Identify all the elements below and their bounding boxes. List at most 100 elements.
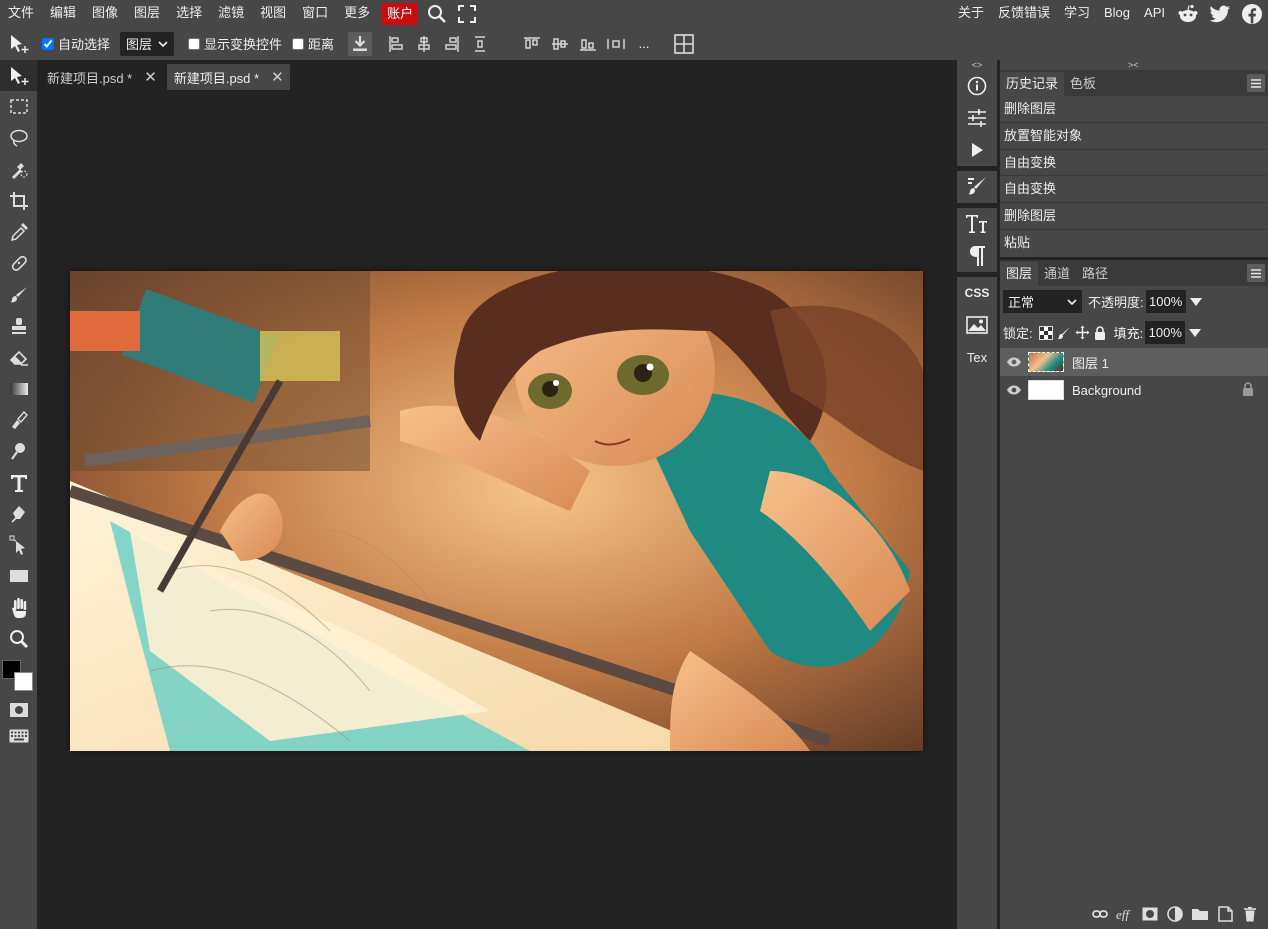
history-item[interactable]: 删除图层 [1000,203,1268,230]
lock-pixels-icon[interactable] [1057,326,1071,340]
align-center-h-icon[interactable] [410,30,438,58]
tab-channels[interactable]: 通道 [1038,262,1076,286]
fullscreen-icon[interactable] [452,0,482,27]
eyedropper-tool-icon[interactable] [0,216,37,247]
menu-report-bug[interactable]: 反馈错误 [991,0,1057,27]
document-canvas[interactable] [70,271,923,751]
search-icon[interactable] [422,0,452,27]
auto-select-checkbox[interactable]: 自动选择 [42,34,110,53]
gradient-tool-icon[interactable] [0,373,37,404]
align-right-icon[interactable] [438,30,466,58]
path-select-tool-icon[interactable] [0,529,37,560]
menu-blog[interactable]: Blog [1097,0,1137,27]
layer-row-background[interactable]: Background [1000,376,1268,404]
add-mask-icon[interactable] [1137,907,1162,921]
quick-mask-icon[interactable] [0,697,37,723]
menu-view[interactable]: 视图 [252,0,294,27]
align-bottom-icon[interactable] [574,30,602,58]
grid-icon[interactable] [670,30,698,58]
twitter-icon[interactable] [1204,0,1236,27]
menu-select[interactable]: 选择 [168,0,210,27]
blend-mode-dropdown[interactable]: 正常 [1003,290,1082,313]
distribute-h-icon[interactable] [602,30,630,58]
type-tool-icon[interactable] [0,467,37,498]
close-icon[interactable]: ✕ [271,68,284,86]
tab-layers[interactable]: 图层 [1000,262,1039,286]
auto-select-target-dropdown[interactable]: 图层 [120,31,175,56]
keyboard-icon[interactable] [0,723,37,749]
workspace[interactable] [37,90,957,929]
lasso-tool-icon[interactable] [0,123,37,154]
zoom-tool-icon[interactable] [0,623,37,654]
actions-play-icon[interactable] [957,134,997,166]
tab-swatches[interactable]: 色板 [1064,72,1102,96]
stamp-tool-icon[interactable] [0,310,37,341]
healing-brush-tool-icon[interactable] [0,248,37,279]
fill-dropdown-icon[interactable] [1188,328,1202,338]
layer-effects-icon[interactable]: eff [1112,907,1137,921]
distance-checkbox[interactable]: 距离 [292,34,334,53]
menu-layer[interactable]: 图层 [126,0,168,27]
tex-panel-button[interactable]: Tex [957,341,997,373]
character-icon[interactable] [957,208,997,240]
distance-check[interactable] [292,37,305,50]
lock-all-icon[interactable] [1094,325,1106,340]
delete-layer-icon[interactable] [1237,906,1262,922]
image-panel-icon[interactable] [957,309,997,341]
rectangle-tool-icon[interactable] [0,561,37,592]
reddit-icon[interactable] [1172,0,1204,27]
menu-edit[interactable]: 编辑 [42,0,84,27]
auto-select-check[interactable] [42,37,54,50]
marquee-tool-icon[interactable] [0,91,37,122]
adjustments-icon[interactable] [957,102,997,134]
lock-transparency-icon[interactable] [1038,325,1053,340]
menu-account[interactable]: 账户 [382,2,419,25]
crop-tool-icon[interactable] [0,185,37,216]
tab-document-1[interactable]: 新建项目.psd * ✕ [40,64,163,90]
background-color[interactable] [14,671,33,691]
show-transform-check[interactable] [188,37,201,50]
align-left-icon[interactable] [382,30,410,58]
css-panel-button[interactable]: CSS [957,277,997,309]
eye-icon[interactable] [1000,357,1028,367]
fill-input[interactable]: 100% [1145,321,1186,344]
lock-position-icon[interactable] [1075,325,1090,340]
history-item[interactable]: 自由变换 [1000,176,1268,204]
panel-menu-icon[interactable] [1247,74,1265,92]
layer-row-layer1[interactable]: 图层 1 [1000,348,1268,376]
pen-tool-icon[interactable] [0,498,37,529]
opacity-input[interactable]: 100% [1145,290,1186,313]
move-tool-icon[interactable] [0,60,37,92]
history-item[interactable]: 放置智能对象 [1000,123,1268,150]
history-item[interactable]: 粘贴 [1000,230,1268,257]
opacity-dropdown-icon[interactable] [1189,297,1203,307]
download-button[interactable] [348,31,373,56]
panel-menu-icon[interactable] [1247,264,1265,282]
tab-paths[interactable]: 路径 [1076,262,1114,286]
info-icon[interactable] [957,70,997,102]
menu-image[interactable]: 图像 [84,0,126,27]
eye-icon[interactable] [1000,385,1028,395]
collapse-left-toggle[interactable]: <> [957,60,997,70]
hand-tool-icon[interactable] [0,592,37,623]
menu-learn[interactable]: 学习 [1057,0,1097,27]
smudge-tool-icon[interactable] [0,404,37,435]
new-layer-icon[interactable] [1212,906,1237,922]
color-swatches[interactable] [0,655,37,697]
close-icon[interactable]: ✕ [144,68,157,86]
brush-settings-icon[interactable] [957,171,997,203]
menu-window[interactable]: 窗口 [294,0,336,27]
facebook-icon[interactable] [1236,0,1268,27]
history-item[interactable]: 自由变换 [1000,150,1268,177]
tab-document-2[interactable]: 新建项目.psd * ✕ [166,64,290,90]
show-transform-checkbox[interactable]: 显示变换控件 [188,34,282,53]
menu-api[interactable]: API [1137,0,1172,27]
quick-select-tool-icon[interactable] [0,154,37,185]
menu-more[interactable]: 更多 [336,0,378,27]
adjustment-layer-icon[interactable] [1162,906,1187,922]
align-middle-icon[interactable] [546,30,574,58]
more-options-button[interactable]: ... [630,30,658,58]
align-top-icon[interactable] [518,30,546,58]
collapse-right-toggle[interactable]: >< [1000,60,1268,70]
eraser-tool-icon[interactable] [0,342,37,373]
